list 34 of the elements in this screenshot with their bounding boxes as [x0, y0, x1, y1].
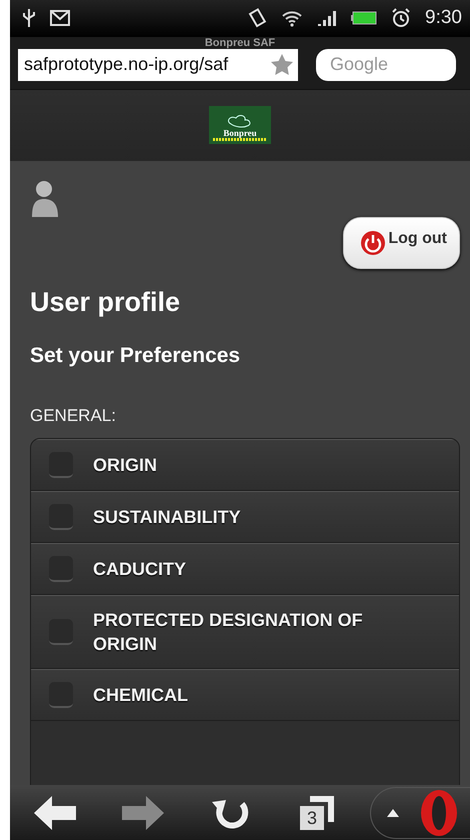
checkbox-label[interactable]: ORIGIN — [93, 453, 158, 477]
checkbox-label[interactable]: CADUCITY — [93, 557, 186, 581]
opera-logo-icon — [419, 788, 459, 836]
checkbox[interactable] — [49, 452, 73, 478]
group-label: GENERAL: — [30, 406, 117, 426]
checkbox[interactable] — [49, 619, 73, 645]
clock-time: 9:30 — [425, 7, 462, 30]
star-icon[interactable] — [270, 52, 294, 77]
usb-icon — [22, 8, 36, 28]
checkbox-label[interactable]: CHEMICAL — [93, 683, 188, 707]
opera-menu-button[interactable] — [370, 786, 470, 838]
wifi-icon — [281, 9, 304, 28]
checkbox[interactable] — [49, 504, 73, 530]
alarm-icon — [391, 8, 412, 28]
logo: Bonpreu — [209, 106, 271, 144]
checkbox[interactable] — [49, 556, 73, 582]
address-field[interactable]: safprototype.no-ip.org/saf — [18, 48, 298, 81]
page-title: Bonpreu SAF — [204, 38, 276, 49]
section-subheading: Set your Preferences — [30, 344, 242, 368]
mail-icon — [50, 10, 70, 26]
logout-button[interactable]: Log out — [343, 217, 460, 269]
checkbox[interactable] — [49, 682, 73, 708]
search-field[interactable]: Google — [316, 48, 456, 81]
signal-icon — [317, 10, 338, 26]
battery-icon — [351, 11, 378, 26]
power-icon — [360, 230, 386, 256]
user-avatar-icon — [30, 179, 60, 217]
back-icon[interactable] — [34, 796, 76, 830]
tabs-button[interactable]: 3 — [300, 796, 338, 830]
checkbox-label[interactable]: SUSTAINABILITY — [93, 505, 241, 529]
caret-up-icon — [387, 808, 399, 816]
forward-icon[interactable] — [122, 796, 164, 830]
page-heading: User profile — [30, 287, 182, 318]
vibrate-icon — [247, 8, 268, 28]
